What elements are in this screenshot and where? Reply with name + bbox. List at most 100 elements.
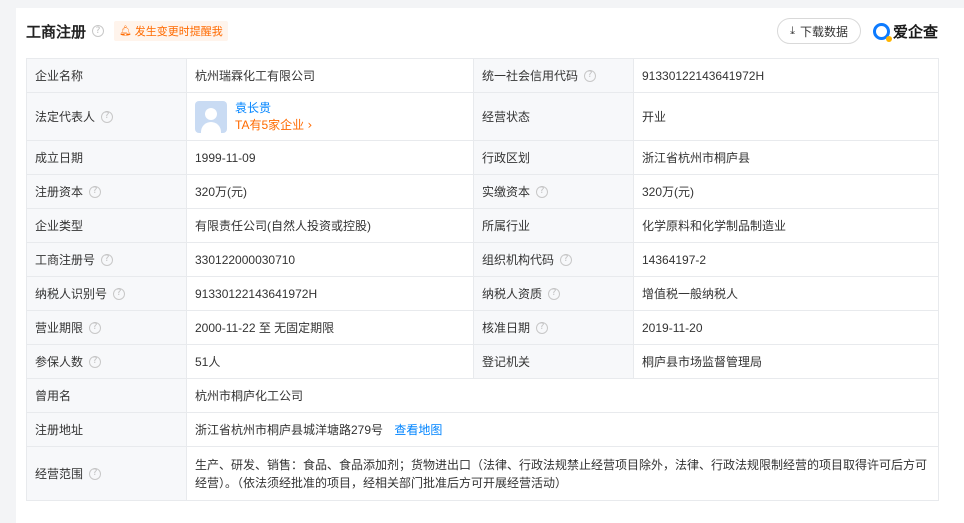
found-date-value: 1999-11-09 (186, 140, 474, 175)
question-circle-icon[interactable]: ? (89, 185, 102, 198)
question-circle-icon[interactable]: ? (101, 110, 114, 123)
question-circle-icon[interactable]: ? (89, 321, 102, 334)
legal-rep-label: 法定代表人 (35, 110, 96, 124)
legal-rep-companies-link[interactable]: TA有5家企业 › (235, 117, 312, 134)
industry-value: 化学原料和化学制品制造业 (633, 208, 939, 243)
download-data-label: 下载数据 (799, 24, 848, 39)
section-header: 工商注册 ? 🔔︎ 发生变更时提醒我 ⤓ 下载数据 爱企查 (26, 14, 938, 48)
label-cell: 企业类型 (26, 208, 187, 243)
question-circle-icon[interactable]: ? (101, 253, 114, 266)
industry-label: 所属行业 (482, 219, 531, 233)
credit-code-label: 统一社会信用代码 (482, 69, 579, 83)
label-cell: 登记机关 (473, 344, 634, 379)
approval-date-label: 核准日期 (482, 321, 531, 335)
label-cell: 纳税人识别号? (26, 276, 187, 311)
question-circle-icon[interactable]: ? (113, 287, 126, 300)
table-row: 企业类型 有限责任公司(自然人投资或控股) 所属行业 化学原料和化学制品制造业 (26, 208, 939, 243)
legal-rep-cell: 袁长贵 TA有5家企业 › (186, 92, 474, 141)
reg-capital-label: 注册资本 (35, 185, 84, 199)
insured-label: 参保人数 (35, 355, 84, 369)
change-notify-button[interactable]: 🔔︎ 发生变更时提醒我 (114, 21, 228, 41)
chevron-right-icon: › (307, 117, 313, 132)
table-row: 注册地址 浙江省杭州市桐庐县城洋塘路279号 查看地图 (26, 412, 939, 447)
question-circle-icon[interactable]: ? (536, 185, 549, 198)
address-cell: 浙江省杭州市桐庐县城洋塘路279号 查看地图 (186, 412, 939, 447)
label-cell: 曾用名 (26, 378, 187, 413)
biz-term-label: 营业期限 (35, 321, 84, 335)
label-cell: 注册地址 (26, 412, 187, 447)
table-row: 曾用名 杭州市桐庐化工公司 (26, 378, 939, 413)
change-notify-label: 发生变更时提醒我 (134, 26, 223, 38)
scope-label: 经营范围 (35, 467, 84, 481)
credit-code-value: 91330122143641972H (633, 58, 939, 93)
taxpayer-id-label: 纳税人识别号 (35, 287, 108, 301)
question-circle-icon[interactable]: ? (560, 253, 573, 266)
label-cell: 企业名称 (26, 58, 187, 93)
question-circle-icon[interactable]: ? (89, 355, 102, 368)
table-row: 工商注册号? 330122000030710 组织机构代码? 14364197-… (26, 242, 939, 277)
insured-value: 51人 (186, 344, 474, 379)
brand-logo-icon (872, 22, 892, 42)
label-cell: 所属行业 (473, 208, 634, 243)
region-label: 行政区划 (482, 151, 531, 165)
registration-info-table: 企业名称 杭州瑞霖化工有限公司 统一社会信用代码? 91330122143641… (26, 58, 939, 501)
label-cell: 纳税人资质? (473, 276, 634, 311)
question-circle-icon[interactable]: ? (89, 467, 102, 480)
org-code-label: 组织机构代码 (482, 253, 555, 267)
table-row: 注册资本? 320万(元) 实缴资本? 320万(元) (26, 174, 939, 209)
taxpayer-id-value: 91330122143641972H (186, 276, 474, 311)
label-cell: 经营范围? (26, 446, 187, 501)
status-label: 经营状态 (482, 110, 531, 124)
authority-label: 登记机关 (482, 355, 531, 369)
question-circle-icon[interactable]: ? (584, 69, 597, 82)
label-cell: 注册资本? (26, 174, 187, 209)
question-circle-icon[interactable]: ? (536, 321, 549, 334)
table-row: 纳税人识别号? 91330122143641972H 纳税人资质? 增值税一般纳… (26, 276, 939, 311)
address-value: 浙江省杭州市桐庐县城洋塘路279号 (195, 423, 384, 437)
table-row: 法定代表人? 袁长贵 TA有5家企业 › 经营状态 开业 (26, 92, 939, 141)
company-type-value: 有限责任公司(自然人投资或控股) (186, 208, 474, 243)
label-cell: 工商注册号? (26, 242, 187, 277)
label-cell: 法定代表人? (26, 92, 187, 141)
label-cell: 组织机构代码? (473, 242, 634, 277)
table-row: 企业名称 杭州瑞霖化工有限公司 统一社会信用代码? 91330122143641… (26, 58, 939, 93)
former-name-value: 杭州市桐庐化工公司 (186, 378, 939, 413)
avatar[interactable] (195, 100, 227, 133)
label-cell: 营业期限? (26, 310, 187, 345)
brand-logo: 爱企查 (872, 21, 938, 42)
brand-name: 爱企查 (892, 23, 938, 41)
label-cell: 行政区划 (473, 140, 634, 175)
label-cell: 核准日期? (473, 310, 634, 345)
taxpayer-qual-label: 纳税人资质 (482, 287, 543, 301)
company-name-value: 杭州瑞霖化工有限公司 (186, 58, 474, 93)
table-row: 成立日期 1999-11-09 行政区划 浙江省杭州市桐庐县 (26, 140, 939, 175)
reg-number-label: 工商注册号 (35, 253, 96, 267)
org-code-value: 14364197-2 (633, 242, 939, 277)
table-row: 营业期限? 2000-11-22 至 无固定期限 核准日期? 2019-11-2… (26, 310, 939, 345)
approval-date-value: 2019-11-20 (633, 310, 939, 345)
status-value: 开业 (633, 92, 939, 141)
label-cell: 参保人数? (26, 344, 187, 379)
label-cell: 经营状态 (473, 92, 634, 141)
legal-rep-name-link[interactable]: 袁长贵 (235, 100, 312, 117)
paid-capital-value: 320万(元) (633, 174, 939, 209)
company-name-label: 企业名称 (35, 69, 84, 83)
label-cell: 统一社会信用代码? (473, 58, 634, 93)
region-value: 浙江省杭州市桐庐县 (633, 140, 939, 175)
taxpayer-qual-value: 增值税一般纳税人 (633, 276, 939, 311)
reg-number-value: 330122000030710 (186, 242, 474, 277)
table-row: 参保人数? 51人 登记机关 桐庐县市场监督管理局 (26, 344, 939, 379)
paid-capital-label: 实缴资本 (482, 185, 531, 199)
question-circle-icon[interactable]: ? (92, 25, 105, 37)
label-cell: 实缴资本? (473, 174, 634, 209)
question-circle-icon[interactable]: ? (548, 287, 561, 300)
view-map-link[interactable]: 查看地图 (394, 423, 442, 437)
reg-capital-value: 320万(元) (186, 174, 474, 209)
table-row: 经营范围? 生产、研发、销售：食品、食品添加剂；货物进出口（法律、行政法规禁止经… (26, 446, 939, 501)
download-data-button[interactable]: ⤓ 下载数据 (777, 18, 861, 44)
scope-value: 生产、研发、销售：食品、食品添加剂；货物进出口（法律、行政法规禁止经营项目除外，… (186, 446, 939, 501)
bell-icon: 🔔︎ (119, 25, 132, 37)
download-icon: ⤓ (790, 24, 795, 37)
legal-rep-companies-label: TA有5家企业 (235, 117, 305, 132)
authority-value: 桐庐县市场监督管理局 (633, 344, 939, 379)
